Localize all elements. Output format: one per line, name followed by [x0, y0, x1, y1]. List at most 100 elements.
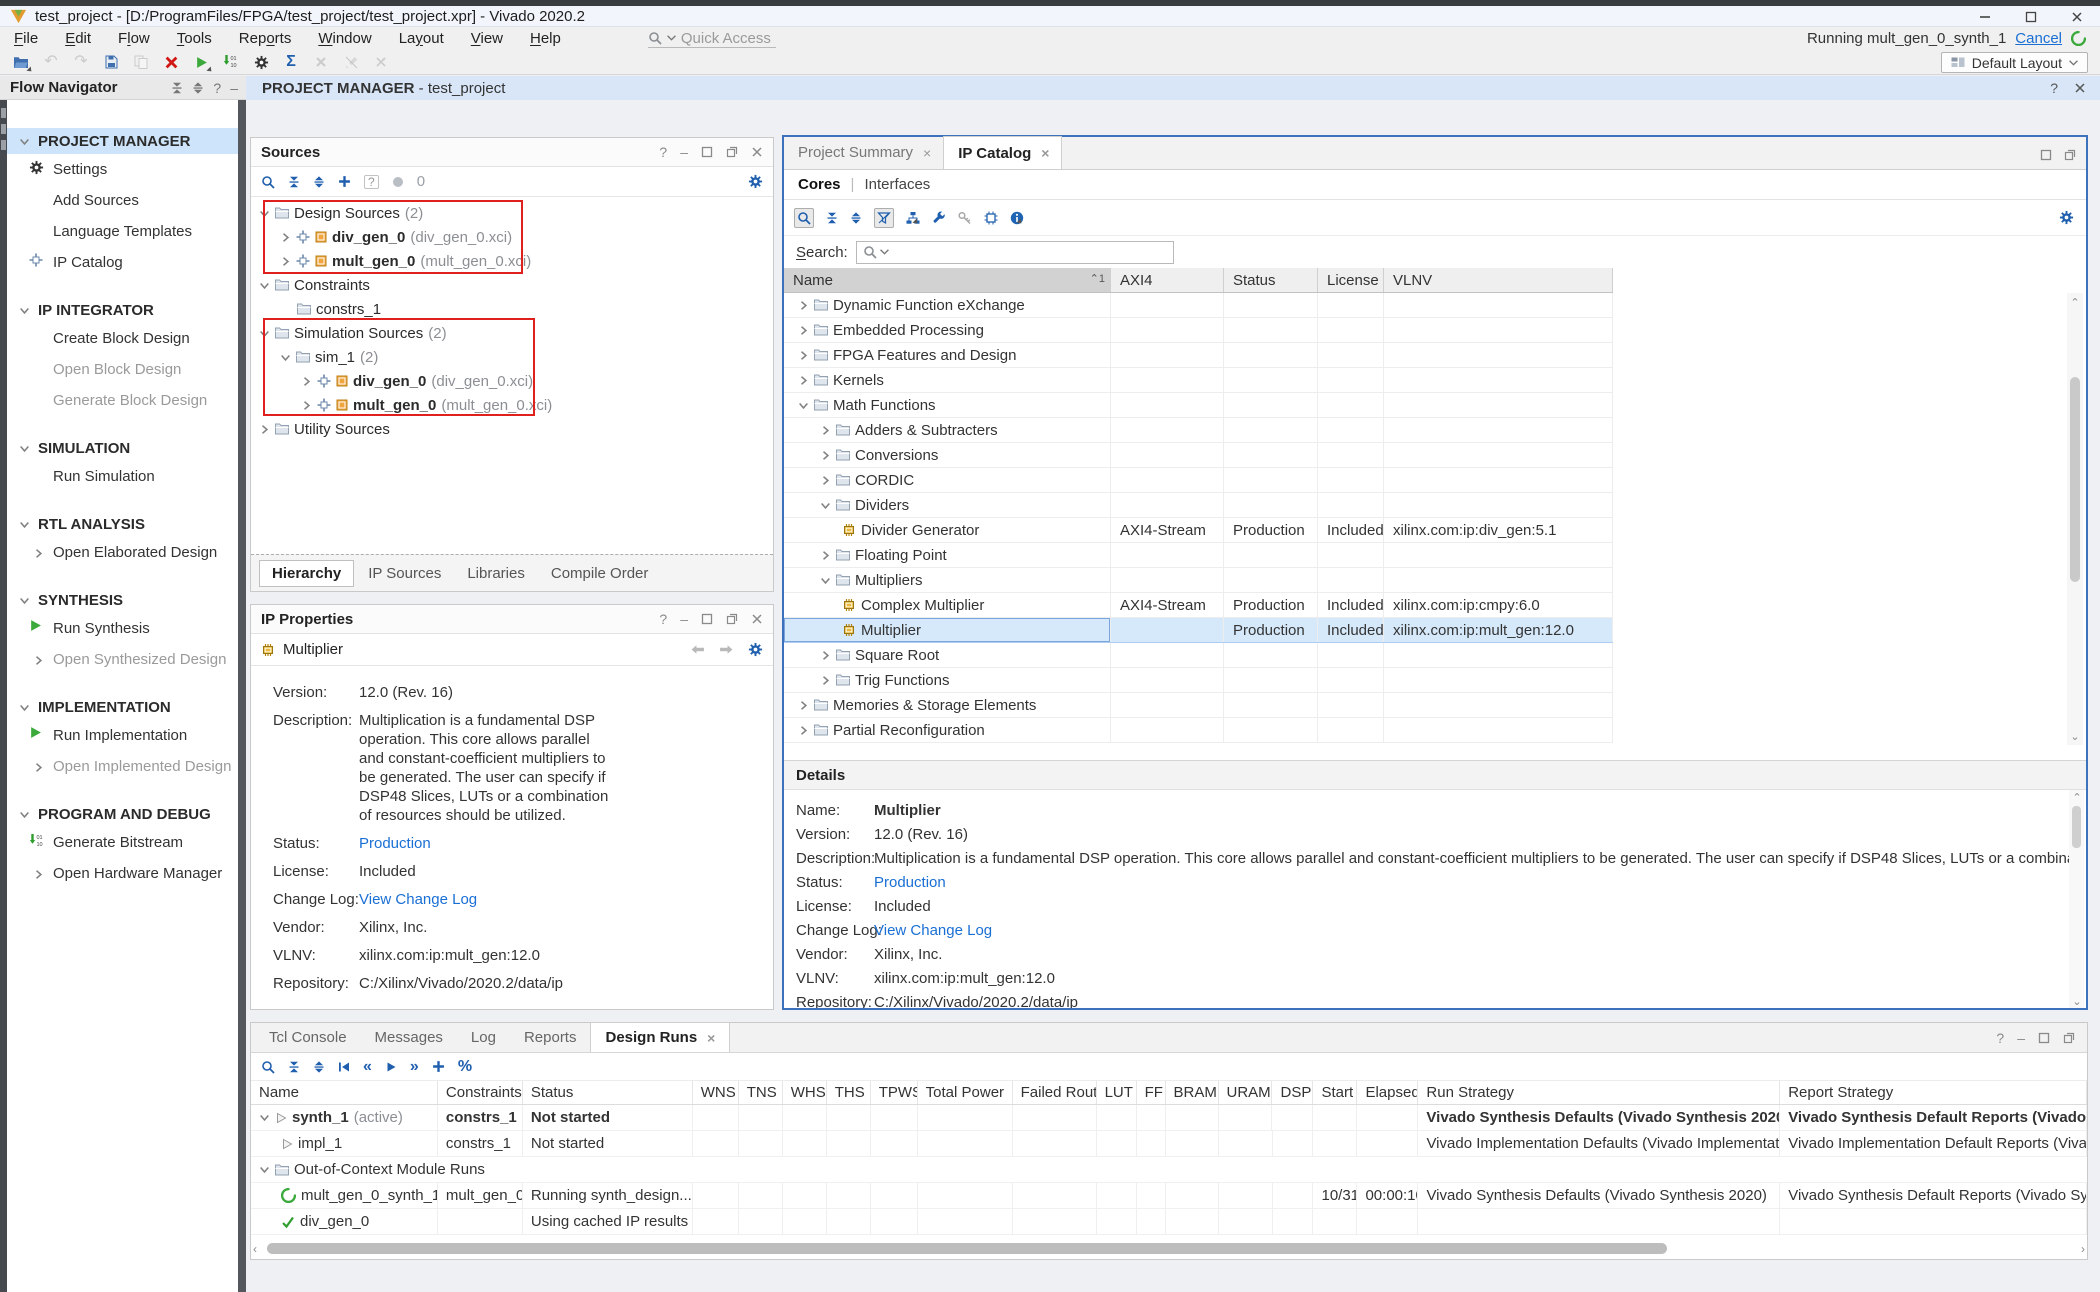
sources-tab-compile-order[interactable]: Compile Order [539, 561, 661, 586]
license-key-icon[interactable] [958, 211, 972, 225]
run-button[interactable] [188, 51, 214, 73]
menu-flow[interactable]: Flow [118, 30, 150, 47]
menu-file[interactable]: File [14, 30, 38, 47]
collapse-all-icon[interactable] [288, 1061, 300, 1073]
design-run-row[interactable]: div_gen_0Using cached IP results [251, 1209, 2087, 1235]
catalog-row[interactable]: Math Functions [784, 393, 1613, 418]
catalog-row[interactable]: Multipliers [784, 568, 1613, 593]
runs-column-run-strategy[interactable]: Run Strategy [1418, 1081, 1780, 1104]
search-icon[interactable] [261, 1060, 275, 1074]
float-panel-icon[interactable] [2064, 149, 2076, 161]
tab-project-summary[interactable]: Project Summary× [784, 136, 943, 169]
float-panel-icon[interactable] [726, 145, 738, 159]
maximize-panel-icon[interactable] [701, 145, 713, 159]
catalog-row[interactable]: Dividers [784, 493, 1613, 518]
delete-button[interactable] [158, 51, 184, 73]
runs-column-report-strategy[interactable]: Report Strategy [1780, 1081, 2087, 1104]
nav-item-open-block-design[interactable]: Open Block Design [7, 354, 238, 385]
nav-item-open-implemented-design[interactable]: Open Implemented Design [7, 751, 238, 782]
customize-icon[interactable] [932, 211, 946, 225]
quick-access-input[interactable]: Quick Access [648, 29, 776, 48]
group-by-icon[interactable] [906, 211, 920, 225]
help-box-icon[interactable]: ? [364, 175, 379, 189]
forward-icon[interactable] [719, 644, 734, 655]
menu-help[interactable]: Help [530, 30, 561, 47]
scroll-down-icon[interactable]: ⌄ [2067, 729, 2083, 743]
details-vscrollbar[interactable]: ⌃ ⌄ [2069, 790, 2084, 1008]
design-run-row[interactable]: impl_1constrs_1Not startedVivado Impleme… [251, 1131, 2087, 1157]
help-icon[interactable]: ? [213, 81, 221, 95]
help-icon[interactable]: ? [659, 612, 667, 626]
help-icon[interactable]: ? [1996, 1031, 2004, 1045]
nav-item-language-templates[interactable]: Language Templates [7, 216, 238, 247]
nav-item-run-simulation[interactable]: Run Simulation [7, 461, 238, 492]
tool3-button[interactable] [368, 51, 394, 73]
runs-column-start[interactable]: Start [1313, 1081, 1357, 1104]
maximize-panel-icon[interactable] [2038, 1031, 2050, 1045]
runs-column-bram[interactable]: BRAM [1166, 1081, 1219, 1104]
gear-icon[interactable] [2059, 210, 2074, 225]
tab-ip-catalog[interactable]: IP Catalog× [943, 136, 1062, 169]
runs-column-whs[interactable]: WHS [783, 1081, 827, 1104]
nav-item-add-sources[interactable]: Add Sources [7, 185, 238, 216]
catalog-row[interactable]: Embedded Processing [784, 318, 1613, 343]
scroll-down-icon[interactable]: ⌄ [2069, 994, 2085, 1008]
close-icon[interactable] [2074, 81, 2086, 95]
collapse-all-icon[interactable] [826, 212, 838, 224]
property-value[interactable]: Production [359, 834, 431, 853]
scroll-up-icon[interactable]: ⌃ [2067, 295, 2083, 309]
filter-icon[interactable] [874, 208, 894, 228]
layout-selector[interactable]: Default Layout [1941, 52, 2088, 73]
catalog-row[interactable]: Kernels [784, 368, 1613, 393]
maximize-panel-icon[interactable] [2040, 149, 2052, 161]
scroll-up-icon[interactable]: ⌃ [2069, 790, 2085, 804]
runs-column-status[interactable]: Status [523, 1081, 693, 1104]
undo-button[interactable]: ↶ [38, 51, 64, 73]
catalog-row[interactable]: Divider GeneratorAXI4-StreamProductionIn… [784, 518, 1613, 543]
step-forward-icon[interactable]: » [410, 1059, 419, 1075]
gear-icon[interactable] [748, 174, 763, 189]
tool2-button[interactable] [338, 51, 364, 73]
expand-all-icon[interactable] [850, 212, 862, 224]
expand-all-icon[interactable] [313, 176, 325, 188]
catalog-row[interactable]: Trig Functions [784, 668, 1613, 693]
generate-bitstream-button[interactable]: 0110 [218, 51, 244, 73]
design-runs-hscrollbar[interactable]: ‹ › [253, 1242, 2085, 1255]
copy-button[interactable] [128, 51, 154, 73]
minimize-panel-icon[interactable]: – [230, 81, 238, 95]
catalog-row[interactable]: Memories & Storage Elements [784, 693, 1613, 718]
nav-item-settings[interactable]: Settings [7, 154, 238, 185]
column-header-status[interactable]: Status [1224, 268, 1318, 292]
source-tree-row[interactable]: mult_gen_0(mult_gen_0.xci) [251, 249, 773, 273]
bottom-tab-log[interactable]: Log [457, 1022, 510, 1052]
property-value[interactable]: View Change Log [359, 890, 477, 909]
runs-column-dsp[interactable]: DSP [1272, 1081, 1313, 1104]
catalog-row[interactable]: Complex MultiplierAXI4-StreamProductionI… [784, 593, 1613, 618]
runs-column-uram[interactable]: URAM [1219, 1081, 1273, 1104]
catalog-row[interactable]: Adders & Subtracters [784, 418, 1613, 443]
design-run-row[interactable]: mult_gen_0_synth_1mult_gen_0Running synt… [251, 1183, 2087, 1209]
save-button[interactable] [98, 51, 124, 73]
source-tree-row[interactable]: sim_1(2) [251, 345, 773, 369]
help-icon[interactable]: ? [2050, 81, 2058, 95]
column-header-vlnv[interactable]: VLNV [1384, 268, 1613, 292]
catalog-row[interactable]: Dynamic Function eXchange [784, 293, 1613, 318]
help-icon[interactable]: ? [659, 145, 667, 159]
runs-column-failed-routes[interactable]: Failed Routes [1013, 1081, 1097, 1104]
gear-icon[interactable] [748, 642, 763, 657]
menu-reports[interactable]: Reports [239, 30, 292, 47]
sources-tab-libraries[interactable]: Libraries [455, 561, 537, 586]
report-button[interactable]: Σ [278, 51, 304, 73]
device-icon[interactable] [984, 211, 998, 225]
search-icon[interactable] [261, 175, 275, 189]
source-tree-row[interactable]: Design Sources(2) [251, 201, 773, 225]
nav-section-simulation[interactable]: SIMULATION [7, 435, 238, 461]
runs-column-name[interactable]: Name [251, 1081, 438, 1104]
info-icon[interactable] [1010, 211, 1024, 225]
menu-edit[interactable]: Edit [65, 30, 91, 47]
launch-runs-icon[interactable] [385, 1061, 397, 1073]
source-tree-row[interactable]: div_gen_0(div_gen_0.xci) [251, 225, 773, 249]
go-first-icon[interactable] [338, 1061, 350, 1073]
float-panel-icon[interactable] [726, 612, 738, 626]
nav-item-open-elaborated-design[interactable]: Open Elaborated Design [7, 537, 238, 568]
